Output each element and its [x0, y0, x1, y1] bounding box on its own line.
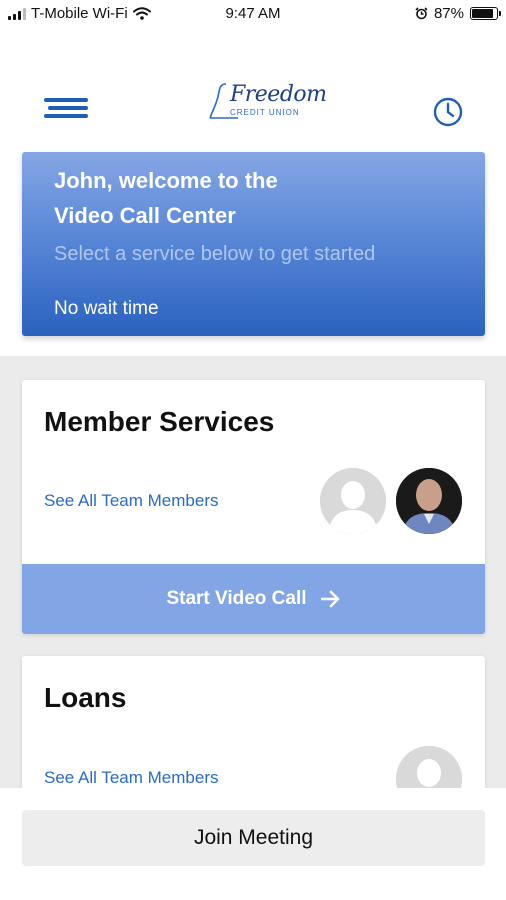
logo-name: Freedom [230, 82, 327, 107]
team-member-avatar[interactable] [396, 468, 462, 534]
avatar-placeholder[interactable] [396, 746, 462, 788]
service-card-member-services: Member Services See All Team Members Sta… [22, 380, 485, 634]
welcome-subtitle: Select a service below to get started [54, 243, 376, 265]
bottom-bar: Join Meeting [0, 788, 506, 900]
logo-subtitle: CREDIT UNION [230, 108, 300, 117]
join-meeting-label: Join Meeting [193, 826, 314, 849]
welcome-banner: John, welcome to the Video Call Center S… [22, 152, 485, 336]
person-silhouette-icon [396, 746, 462, 788]
hamburger-menu-icon[interactable] [44, 98, 88, 120]
avatar-placeholder[interactable] [320, 468, 386, 534]
battery-fill [472, 9, 493, 18]
arrow-right-icon [320, 590, 339, 608]
start-video-call-button[interactable]: Start Video Call [22, 564, 485, 634]
start-video-call-label: Start Video Call [166, 588, 307, 609]
status-right: 87% [415, 5, 501, 22]
freedom-logo: Freedom CREDIT UNION [208, 80, 327, 124]
wait-time-label: No wait time [54, 298, 159, 319]
services-list[interactable]: Member Services See All Team Members Sta… [0, 356, 506, 788]
alarm-icon [415, 7, 428, 20]
app-header: Freedom CREDIT UNION [0, 30, 506, 150]
team-member-photo-icon [396, 468, 462, 534]
see-all-team-members-link[interactable]: See All Team Members [44, 491, 218, 511]
service-card-loans: Loans See All Team Members [22, 656, 485, 788]
clock-icon[interactable] [432, 96, 464, 128]
welcome-title: Video Call Center [54, 203, 236, 228]
service-title: Member Services [44, 406, 275, 437]
battery-percent: 87% [433, 5, 464, 22]
battery-icon [470, 7, 501, 20]
join-meeting-button[interactable]: Join Meeting [22, 810, 485, 866]
see-all-team-members-link[interactable]: See All Team Members [44, 768, 218, 788]
status-bar: T-Mobile Wi-Fi 9:47 AM 87% [0, 0, 506, 30]
service-title: Loans [44, 682, 127, 713]
welcome-greeting: John, welcome to the [54, 168, 278, 193]
person-silhouette-icon [320, 468, 386, 534]
